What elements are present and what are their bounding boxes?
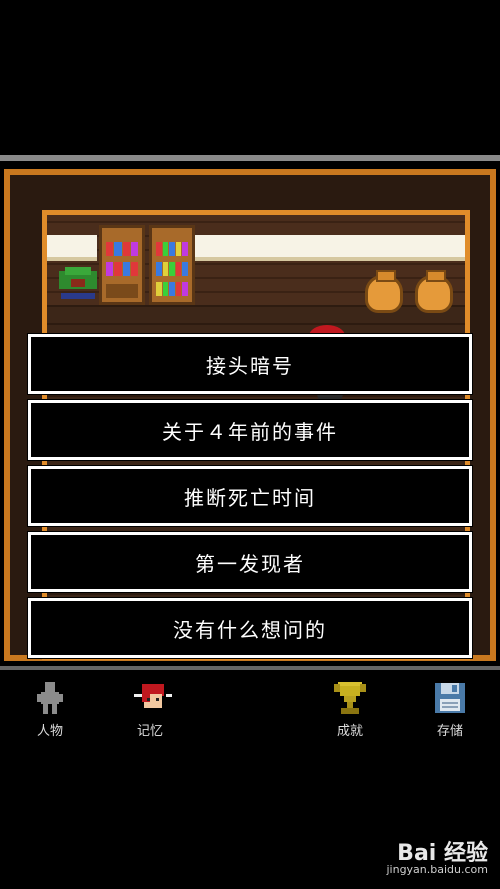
nav-save[interactable]: 存储 <box>415 676 485 742</box>
choice-option[interactable]: 第一发现者 <box>27 531 473 593</box>
choice-option[interactable]: 没有什么想问的 <box>27 597 473 659</box>
person-icon <box>37 682 63 714</box>
nav-memory[interactable]: 记忆 <box>115 676 185 742</box>
nav-label: 存储 <box>436 724 463 739</box>
trophy-icon <box>334 682 366 714</box>
wall-light-left <box>47 235 97 261</box>
bookshelf-left <box>99 225 145 305</box>
nav-label: 人物 <box>36 724 63 739</box>
choice-option[interactable]: 推断死亡时间 <box>27 465 473 527</box>
plant-icon <box>59 267 97 299</box>
vase-icon <box>415 270 453 313</box>
memory-portrait-icon <box>134 684 172 708</box>
choice-option[interactable]: 接头暗号 <box>27 333 473 395</box>
nav-achievements[interactable]: 成就 <box>315 676 385 742</box>
vase-icon <box>365 270 403 313</box>
nav-label: 成就 <box>336 724 363 739</box>
bookshelf-right <box>149 225 195 305</box>
baidu-watermark: Bai 经验 jingyan.baidu.com <box>332 833 492 883</box>
watermark-url: jingyan.baidu.com <box>386 863 488 876</box>
choice-option[interactable]: 关于４年前的事件 <box>27 399 473 461</box>
wall-light-right <box>195 235 465 261</box>
nav-label: 记忆 <box>136 724 163 739</box>
bottom-nav: 人物 记忆 成就 存储 <box>0 676 500 746</box>
floppy-disk-icon <box>435 683 465 713</box>
nav-characters[interactable]: 人物 <box>15 676 85 742</box>
bottom-divider <box>0 666 500 670</box>
